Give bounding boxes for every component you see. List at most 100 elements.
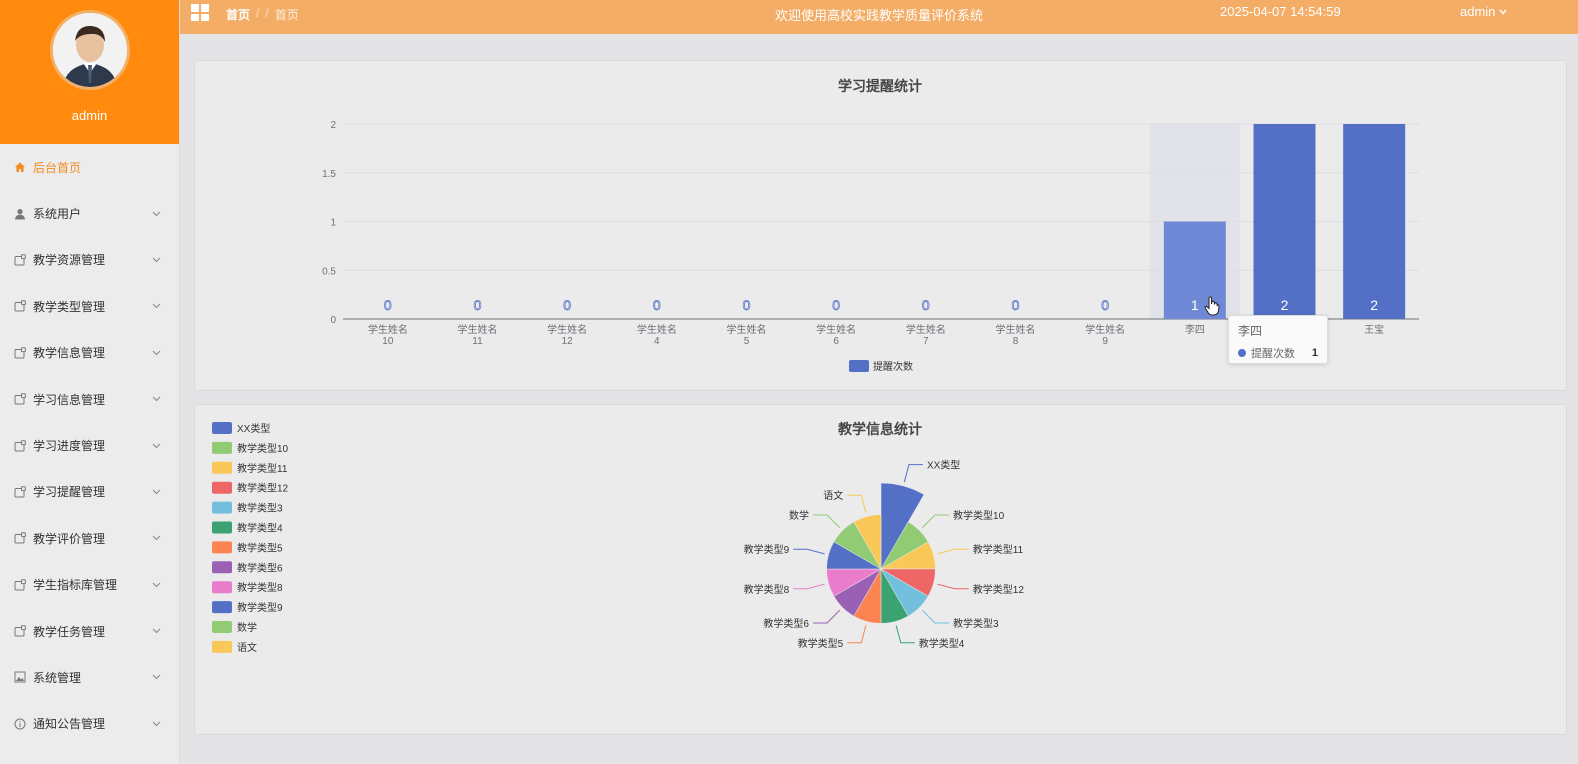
legend-label: 语文 bbox=[237, 641, 257, 654]
sidebar-item-label: 系统管理 bbox=[33, 670, 82, 685]
legend-swatch bbox=[212, 481, 232, 494]
sidebar-item-5[interactable]: 学习信息管理 bbox=[0, 376, 179, 422]
sidebar-item-12[interactable]: 通知公告管理 bbox=[0, 701, 179, 747]
user-dropdown[interactable]: admin bbox=[1460, 4, 1507, 19]
x-tick-label: 6 bbox=[833, 336, 839, 347]
legend-swatch bbox=[212, 640, 232, 653]
legend-swatch bbox=[212, 461, 232, 474]
y-tick-label: 0 bbox=[330, 315, 336, 326]
chevron-down-icon bbox=[151, 394, 161, 404]
bar-value-label: 0 bbox=[474, 297, 482, 313]
legend-swatch bbox=[849, 360, 869, 372]
tooltip-title: 李四 bbox=[1238, 324, 1263, 338]
image-icon bbox=[14, 671, 26, 683]
sidebar-item-label: 学习信息管理 bbox=[33, 392, 106, 407]
x-tick-label: 王宝 bbox=[1364, 323, 1384, 336]
sidebar-item-label: 学习进度管理 bbox=[33, 439, 106, 454]
chevron-down-icon bbox=[151, 441, 161, 451]
x-tick-label: 9 bbox=[1102, 336, 1108, 347]
sidebar-item-8[interactable]: 教学评价管理 bbox=[0, 515, 179, 561]
tooltip-value: 1 bbox=[1311, 347, 1318, 359]
user-icon bbox=[14, 208, 26, 220]
folder-icon bbox=[14, 625, 26, 637]
slice-label: XX类型 bbox=[927, 459, 960, 472]
chevron-down-icon bbox=[151, 255, 161, 265]
sidebar: admin 后台首页系统用户 教学资源管理 教学类型管理 教学信息管理学习信息管理 学习… bbox=[0, 0, 180, 764]
legend-swatch bbox=[212, 541, 232, 554]
bar-value-label: 0 bbox=[653, 297, 661, 313]
x-tick-label: 11 bbox=[472, 336, 483, 347]
tooltip-series-name: 提醒次数 bbox=[1251, 348, 1295, 360]
legend-label: 教学类型8 bbox=[237, 581, 283, 594]
sidebar-item-11[interactable]: 系统管理 bbox=[0, 654, 179, 700]
x-tick-label: 学生姓名 bbox=[458, 323, 498, 336]
system-title: 欢迎使用高校实践教学质量评价系统 bbox=[774, 8, 983, 23]
sidebar-item-label: 学习提醒管理 bbox=[33, 485, 106, 500]
sidebar-item-9[interactable]: 学生指标库管理 bbox=[0, 562, 179, 608]
slice-label: 教学类型8 bbox=[744, 583, 790, 596]
sidebar-item-label: 后台首页 bbox=[33, 160, 82, 175]
bar-value-label: 0 bbox=[1012, 297, 1020, 313]
legend-label: 教学类型3 bbox=[237, 502, 283, 515]
sidebar-item-6[interactable]: 学习进度管理 bbox=[0, 422, 179, 468]
slice-label: 教学类型5 bbox=[798, 637, 844, 650]
sidebar-item-3[interactable]: 教学类型管理 bbox=[0, 283, 179, 329]
teaching-info-pie-chart[interactable]: 教学信息统计XX类型教学类型10教学类型11教学类型12教学类型3教学类型4教学… bbox=[195, 405, 1566, 734]
bar-value-label: 1 bbox=[1191, 297, 1199, 313]
label-line bbox=[847, 625, 867, 644]
slice-label: 数学 bbox=[789, 509, 809, 522]
legend-swatch bbox=[212, 601, 232, 614]
x-tick-label: 8 bbox=[1013, 336, 1019, 347]
top-header: 首页 / / 首页 欢迎使用高校实践教学质量评价系统 2025-04-07 14… bbox=[180, 0, 1578, 34]
sidebar-item-0[interactable]: 后台首页 bbox=[0, 144, 179, 190]
legend-swatch bbox=[212, 441, 232, 454]
x-tick-label: 学生姓名 bbox=[547, 323, 587, 336]
x-tick-label: 7 bbox=[923, 336, 929, 347]
bar-value-label: 0 bbox=[384, 297, 392, 313]
profile-username: admin bbox=[71, 108, 108, 123]
bar bbox=[1253, 124, 1316, 319]
legend-swatch bbox=[212, 521, 232, 534]
label-line bbox=[921, 609, 950, 624]
folder-icon bbox=[14, 532, 26, 544]
chevron-down-icon bbox=[151, 580, 161, 590]
sidebar-item-10[interactable]: 教学任务管理 bbox=[0, 608, 179, 654]
label-line bbox=[847, 494, 867, 513]
label-line bbox=[793, 583, 825, 590]
reminder-chart-panel: 学习提醒统计 0 0.5 1 1.5 2 0 学生姓名 10 0 学生姓名 11 0 学生姓名 12 0 学生姓… bbox=[194, 60, 1567, 391]
slice-label: 教学类型4 bbox=[919, 637, 965, 650]
hand-cursor-icon bbox=[1204, 296, 1220, 316]
bar-value-label: 0 bbox=[832, 297, 840, 313]
x-tick-label: 5 bbox=[744, 336, 750, 347]
slice-label: 教学类型12 bbox=[973, 583, 1025, 596]
slice-label: 教学类型11 bbox=[973, 543, 1024, 556]
folder-icon bbox=[14, 579, 26, 591]
sidebar-item-label: 教学评价管理 bbox=[33, 531, 106, 546]
y-tick-label: 1.5 bbox=[322, 169, 336, 180]
legend-swatch bbox=[212, 561, 232, 574]
bar-value-label: 0 bbox=[1101, 297, 1109, 313]
avatar[interactable] bbox=[49, 10, 130, 90]
legend-swatch bbox=[212, 501, 232, 514]
y-tick-label: 0.5 bbox=[322, 266, 336, 277]
x-tick-label: 学生姓名 bbox=[996, 323, 1036, 336]
sidebar-item-2[interactable]: 教学资源管理 bbox=[0, 237, 179, 283]
legend-swatch bbox=[212, 422, 232, 434]
label-line bbox=[903, 464, 923, 483]
chevron-down-icon bbox=[151, 348, 161, 358]
label-line bbox=[793, 548, 825, 555]
label-line bbox=[812, 609, 841, 624]
legend-label: 数学 bbox=[237, 621, 257, 634]
reminder-bar-chart[interactable]: 学习提醒统计00.511.520学生姓名100学生姓名110学生姓名120学生姓… bbox=[195, 61, 1566, 390]
sidebar-item-4[interactable]: 教学信息管理 bbox=[0, 330, 179, 376]
folder-icon bbox=[14, 254, 26, 266]
label-line bbox=[895, 625, 915, 644]
x-tick-label: 学生姓名 bbox=[906, 323, 946, 336]
chevron-down-icon bbox=[151, 672, 161, 682]
y-tick-label: 1 bbox=[330, 218, 336, 229]
sidebar-item-1[interactable]: 系统用户 bbox=[0, 190, 179, 236]
tooltip-series-dot bbox=[1238, 349, 1246, 357]
tooltip-row: 提醒次数 1 bbox=[1238, 345, 1318, 361]
sidebar-item-7[interactable]: 学习提醒管理 bbox=[0, 469, 179, 515]
y-tick-label: 2 bbox=[330, 120, 336, 131]
